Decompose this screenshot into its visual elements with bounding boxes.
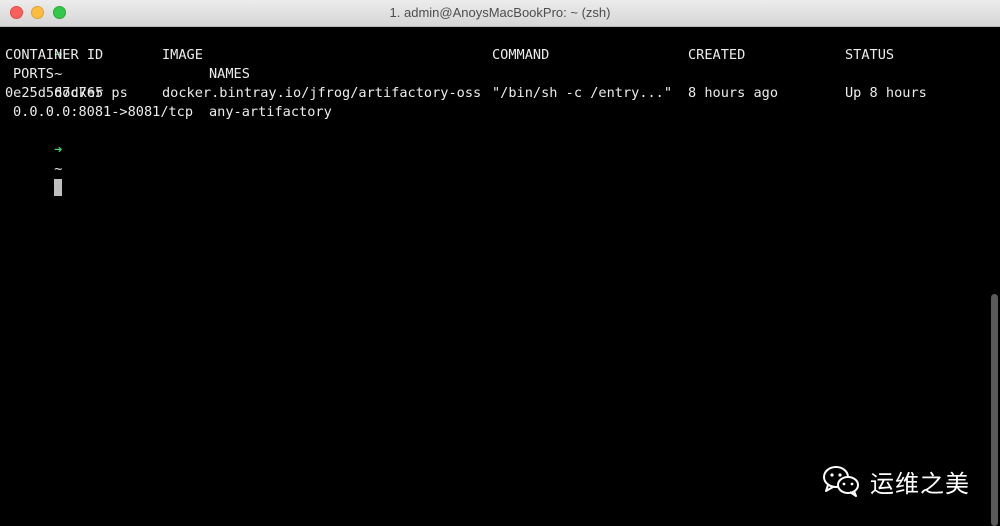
vertical-scrollbar[interactable] [991,294,998,526]
title-bar: 1. admin@AnoysMacBookPro: ~ (zsh) [0,0,1000,27]
header-status: STATUS [845,47,895,63]
table-row-wrap: 0.0.0.0:8081->8081/tcp any-artifactory [5,103,985,122]
header-created: CREATED [688,47,746,63]
table-row: 0e25d567d765 docker.bintray.io/jfrog/art… [5,84,985,103]
header-image: IMAGE [162,47,203,63]
current-prompt-line: ➜ ~ [5,122,62,196]
header-container-id: CONTAINER ID [5,47,104,63]
window-title: 1. admin@AnoysMacBookPro: ~ (zsh) [389,5,611,20]
cell-created: 8 hours ago [688,85,779,101]
command-line: ➜ ~ docker ps [5,27,128,101]
table-header: CONTAINER ID IMAGE COMMAND CREATED STATU… [5,46,985,65]
table-header-wrap: PORTS NAMES [5,65,985,84]
terminal-output[interactable]: ➜ ~ docker ps CONTAINER ID IMAGE COMMAND… [0,27,988,526]
cell-names: any-artifactory [209,104,332,120]
wechat-icon [823,466,859,497]
text-cursor [54,179,63,196]
prompt-dir: ~ [54,161,63,177]
prompt-arrow-icon: ➜ [54,142,63,158]
header-ports: PORTS [13,66,54,82]
cell-status: Up 8 hours [845,85,927,101]
cell-image: docker.bintray.io/jfrog/artifactory-oss [162,85,482,101]
watermark: 运维之美 [822,464,970,498]
terminal-window: 1. admin@AnoysMacBookPro: ~ (zsh) ➜ ~ do… [0,0,1000,526]
cell-container-id: 0e25d567d765 [5,85,104,101]
header-names: NAMES [209,66,250,82]
cell-ports: 0.0.0.0:8081->8081/tcp [13,104,194,120]
header-command: COMMAND [492,47,550,63]
cell-command: "/bin/sh -c /entry..." [492,85,673,101]
watermark-text: 运维之美 [870,469,970,498]
